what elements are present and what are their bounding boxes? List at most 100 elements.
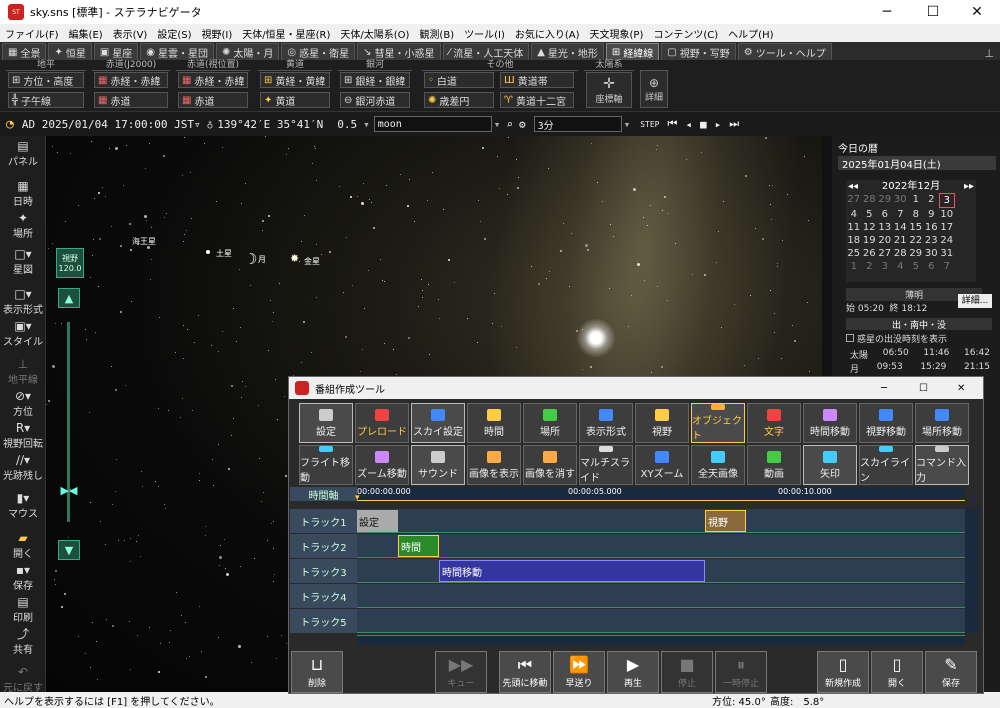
calendar-day[interactable]: 29 — [908, 247, 924, 260]
zoom-out-button[interactable]: ▼ — [58, 540, 80, 560]
tab-meteors[interactable]: ⁄ 流星・人工天体 — [442, 43, 530, 60]
palette-1-2-button[interactable]: プレロード — [355, 403, 409, 443]
detail-button[interactable]: ⊕ 詳細 — [640, 70, 668, 108]
palette-2-10-button[interactable]: 矢印 — [803, 445, 857, 485]
calendar-day[interactable]: 25 — [846, 247, 862, 260]
transport-5-button[interactable]: ▶ 再生 — [607, 651, 659, 693]
calendar-day[interactable]: 3 — [939, 193, 955, 208]
datetime-display[interactable]: AD 2025/01/04 17:00:00 JST▿ — [22, 118, 201, 131]
tab-nebulae[interactable]: ◉ 星雲・星団 — [140, 43, 215, 60]
transport-1-button[interactable]: ⊔ 削除 — [291, 651, 343, 693]
calendar-day[interactable]: 20 — [877, 234, 893, 247]
azimuth-altitude-button[interactable]: ⊞ 方位・高度 — [8, 72, 84, 88]
track-row-4[interactable] — [357, 584, 965, 608]
undo-button[interactable]: ↶ 元に戻す — [0, 666, 46, 695]
saturn-label[interactable]: 土星 — [216, 248, 232, 259]
track-row-5[interactable] — [357, 609, 965, 633]
calendar-day[interactable]: 4 — [846, 208, 862, 221]
palette-1-5-button[interactable]: 場所 — [523, 403, 577, 443]
location-button[interactable]: ✦ 場所 — [0, 212, 46, 241]
palette-2-9-button[interactable]: 動画 — [747, 445, 801, 485]
palette-2-2-button[interactable]: ズーム移動 — [355, 445, 409, 485]
transport-3-button[interactable]: ⏮ 先頭に移動 — [499, 651, 551, 693]
calendar-day[interactable]: 22 — [908, 234, 924, 247]
calendar-day[interactable]: 3 — [877, 260, 893, 273]
tab-comets[interactable]: ↘ 彗星・小惑星 — [357, 43, 441, 60]
dropdown-icon[interactable]: ▾ — [363, 118, 370, 131]
menu-tools[interactable]: ツール(I) — [459, 26, 510, 41]
transport-4-button[interactable]: ⏩ 早送り — [553, 651, 605, 693]
close-button[interactable]: ✕ — [954, 0, 1000, 24]
skip-forward-icon[interactable]: ⏭ — [729, 117, 739, 131]
palette-2-6-button[interactable]: マルチスライド — [579, 445, 633, 485]
location-coords[interactable]: 139°42′E 35°41′N — [217, 118, 323, 131]
calendar-grid[interactable]: 27 28 29 30 1 2 3 4 5 6 7 8 9 10 11 12 13 14 15 16 17 18 19 20 2… — [846, 193, 976, 273]
venus-marker[interactable]: ✸ — [290, 252, 299, 265]
direction-button[interactable]: ⊘▾ 方位 — [0, 390, 46, 419]
trail-button[interactable]: ∕∕▾ 光跡残し — [0, 454, 46, 483]
clip-time[interactable]: 時間 — [398, 535, 439, 557]
menu-phenomena[interactable]: 天文現象(P) — [585, 26, 649, 41]
skip-back-icon[interactable]: ⏮ — [668, 117, 678, 131]
palette-2-3-button[interactable]: サウンド — [411, 445, 465, 485]
track-header-1[interactable]: トラック1 — [290, 509, 357, 533]
transport-8-button[interactable]: ▯ 新規作成 — [817, 651, 869, 693]
equator-apparent-button[interactable]: ▦ 赤道 — [178, 92, 248, 108]
clip-time-move[interactable]: 時間移動 — [439, 560, 705, 582]
precession-button[interactable]: ✺ 歳差円 — [424, 92, 494, 108]
calendar-day[interactable]: 18 — [846, 234, 862, 247]
calendar-day[interactable]: 10 — [939, 208, 955, 221]
star-chart-button[interactable]: □▾ 星図 — [0, 248, 46, 277]
calendar-day[interactable]: 4 — [893, 260, 909, 273]
palette-1-12-button[interactable]: 場所移動 — [915, 403, 969, 443]
transport-6-button[interactable]: ■ 停止 — [661, 651, 713, 693]
dialog-close-button[interactable]: ✕ — [957, 383, 965, 394]
calendar-day[interactable]: 5 — [908, 260, 924, 273]
pin-icon[interactable]: ⊥ — [984, 47, 994, 60]
time-ruler[interactable]: 00:00:00.000 00:00:05.000 00:00:10.000 ▾ — [355, 487, 965, 503]
galactic-coords-button[interactable]: ⊞ 銀経・銀緯 — [340, 72, 410, 88]
menu-solar[interactable]: 天体/太陽系(O) — [335, 26, 414, 41]
saturn-marker[interactable] — [206, 250, 210, 254]
menu-stars[interactable]: 天体/恒星・星座(R) — [237, 26, 335, 41]
menu-help[interactable]: ヘルプ(H) — [723, 26, 778, 41]
calendar-day[interactable]: 2 — [862, 260, 878, 273]
calendar-day[interactable]: 17 — [939, 221, 955, 234]
calendar-day[interactable]: 16 — [924, 221, 940, 234]
calendar-day[interactable]: 7 — [893, 208, 909, 221]
galactic-equator-button[interactable]: ⊖ 銀河赤道 — [340, 92, 410, 108]
calendar-day[interactable]: 7 — [939, 260, 955, 273]
track-header-4[interactable]: トラック4 — [290, 584, 357, 608]
calendar-day[interactable]: 24 — [939, 234, 955, 247]
dialog-maximize-button[interactable]: ☐ — [919, 383, 928, 394]
panel-button[interactable]: ▤ パネル — [0, 140, 46, 169]
step-dropdown-icon[interactable]: ▾ — [624, 118, 631, 131]
step-icon[interactable]: STEP — [640, 120, 659, 129]
calendar-day[interactable]: 9 — [924, 208, 940, 221]
calendar-day[interactable]: 23 — [924, 234, 940, 247]
calendar-day[interactable]: 26 — [862, 247, 878, 260]
search-input[interactable]: moon — [373, 116, 492, 132]
menu-settings[interactable]: 設定(S) — [152, 26, 196, 41]
zoom-slider-handle[interactable]: ▶◀ — [56, 484, 82, 497]
venus-label[interactable]: 金星 — [304, 256, 320, 267]
ecliptic-coords-button[interactable]: ⊞ 黄経・黄緯 — [260, 72, 330, 88]
equator-j2000-button[interactable]: ▦ 赤道 — [94, 92, 168, 108]
palette-1-11-button[interactable]: 視野移動 — [859, 403, 913, 443]
calendar-day[interactable]: 28 — [862, 193, 878, 208]
zodiac-signs-button[interactable]: ♈ 黄道十二宮 — [500, 92, 574, 108]
calendar-day[interactable]: 5 — [862, 208, 878, 221]
ra-dec-j2000-button[interactable]: ▦ 赤経・赤緯 — [94, 72, 168, 88]
palette-1-10-button[interactable]: 時間移動 — [803, 403, 857, 443]
calendar-day[interactable]: 27 — [846, 193, 862, 208]
calendar-day[interactable]: 8 — [908, 208, 924, 221]
calendar-day[interactable]: 2 — [924, 193, 940, 208]
moon-crescent-icon[interactable]: ☽ — [244, 250, 257, 268]
tab-gridlines[interactable]: ⊞ 経緯線 — [605, 43, 660, 60]
palette-2-7-button[interactable]: XYズーム — [635, 445, 689, 485]
calendar-day[interactable]: 6 — [924, 260, 940, 273]
palette-2-4-button[interactable]: 画像を表示 — [467, 445, 521, 485]
tab-stars[interactable]: ✦ 恒星 — [48, 43, 92, 60]
prev-month-icon[interactable]: ◂◂ — [848, 180, 858, 193]
palette-2-8-button[interactable]: 全天画像 — [691, 445, 745, 485]
